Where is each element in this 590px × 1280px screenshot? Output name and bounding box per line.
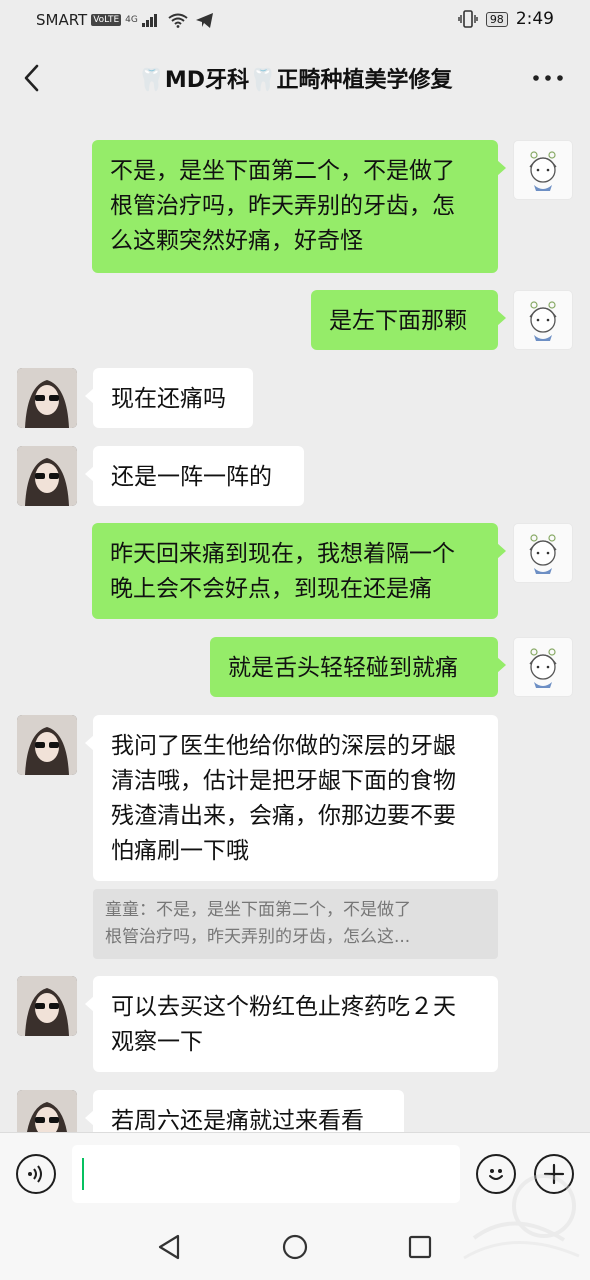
quoted-message[interactable]: 童童：不是，是坐下面第二个，不是做了 根管治疗吗，昨天弄别的牙齿，怎么这... bbox=[93, 889, 498, 959]
message-bubble-4[interactable]: 还是一阵一阵的 bbox=[85, 446, 304, 506]
message-bubble-2[interactable]: 是左下面那颗 bbox=[311, 290, 506, 350]
message-bubble-5[interactable]: 昨天回来痛到现在，我想着隔一个 晚上会不会好点，到现在还是痛 bbox=[92, 523, 506, 619]
message-line: 怕痛刷一下哦 bbox=[111, 838, 249, 864]
message-line: 可以去买这个粉红色止疼药吃２天 bbox=[111, 994, 456, 1020]
signal-icon bbox=[141, 13, 157, 27]
chat-area[interactable]: 不是，是坐下面第二个，不是做了 根管治疗吗，昨天弄别的牙齿，怎 么这颗突然好痛，… bbox=[0, 116, 590, 1132]
wifi-icon bbox=[168, 13, 188, 28]
contact-avatar[interactable] bbox=[17, 1090, 77, 1132]
message-input[interactable] bbox=[72, 1145, 460, 1203]
message-line: 观察一下 bbox=[111, 1029, 203, 1055]
cartoon-girl-icon bbox=[529, 648, 557, 688]
more-button[interactable] bbox=[530, 62, 566, 94]
square-recents-icon bbox=[408, 1235, 432, 1259]
message-line: 晚上会不会好点，到现在还是痛 bbox=[110, 576, 432, 602]
message-line: 么这颗突然好痛，好奇怪 bbox=[110, 228, 363, 254]
message-bubble-3[interactable]: 现在还痛吗 bbox=[85, 368, 253, 428]
chat-header: 🦷MD牙科🦷正畸种植美学修复 bbox=[0, 40, 590, 116]
message-bubble-8[interactable]: 可以去买这个粉红色止疼药吃２天 观察一下 bbox=[85, 976, 498, 1072]
message-line: 我问了医生他给你做的深层的牙龈 bbox=[111, 733, 456, 759]
quote-line: 童童：不是，是坐下面第二个，不是做了 bbox=[105, 900, 411, 920]
contact-photo-icon bbox=[17, 1090, 77, 1132]
watermark-logo bbox=[463, 1174, 580, 1260]
contact-photo-icon bbox=[17, 446, 77, 506]
circle-home-icon bbox=[282, 1234, 308, 1260]
nav-recents-button[interactable] bbox=[403, 1230, 437, 1264]
cartoon-girl-icon bbox=[529, 151, 557, 191]
my-avatar[interactable] bbox=[513, 523, 573, 583]
status-bar: SMART VoLTE 4G 98 2:49 bbox=[0, 0, 590, 40]
status-left: SMART VoLTE 4G bbox=[36, 11, 214, 29]
cartoon-girl-icon bbox=[529, 534, 557, 574]
vibrate-icon bbox=[458, 10, 478, 28]
my-avatar[interactable] bbox=[513, 290, 573, 350]
cartoon-girl-icon bbox=[529, 301, 557, 341]
message-bubble-1[interactable]: 不是，是坐下面第二个，不是做了 根管治疗吗，昨天弄别的牙齿，怎 么这颗突然好痛，… bbox=[92, 140, 506, 273]
message-line: 就是舌头轻轻碰到就痛 bbox=[228, 655, 458, 681]
chat-title: 🦷MD牙科🦷正畸种植美学修复 bbox=[137, 68, 453, 93]
network-type: 4G bbox=[125, 15, 138, 25]
message-line: 残渣清出来，会痛，你那边要不要 bbox=[111, 803, 456, 829]
carrier-label: SMART bbox=[36, 11, 88, 29]
contact-avatar[interactable] bbox=[17, 368, 77, 428]
message-line: 根管治疗吗，昨天弄别的牙齿，怎 bbox=[110, 193, 455, 219]
message-line: 清洁哦，估计是把牙龈下面的食物 bbox=[111, 768, 456, 794]
status-right: 98 2:49 bbox=[458, 9, 554, 29]
message-line: 现在还痛吗 bbox=[111, 386, 226, 412]
back-button[interactable] bbox=[14, 58, 48, 98]
contact-avatar[interactable] bbox=[17, 715, 77, 775]
message-bubble-6[interactable]: 就是舌头轻轻碰到就痛 bbox=[210, 637, 506, 697]
text-cursor bbox=[82, 1158, 84, 1190]
voice-button[interactable] bbox=[16, 1154, 56, 1194]
message-line: 若周六还是痛就过来看看 bbox=[111, 1108, 364, 1132]
contact-avatar[interactable] bbox=[17, 446, 77, 506]
contact-photo-icon bbox=[17, 976, 77, 1036]
message-line: 昨天回来痛到现在，我想着隔一个 bbox=[110, 541, 455, 567]
voice-icon bbox=[28, 1165, 42, 1183]
message-bubble-9[interactable]: 若周六还是痛就过来看看 bbox=[85, 1090, 404, 1132]
nav-home-button[interactable] bbox=[278, 1230, 312, 1264]
message-line: 还是一阵一阵的 bbox=[111, 464, 272, 490]
nav-back-button[interactable] bbox=[152, 1230, 186, 1264]
my-avatar[interactable] bbox=[513, 140, 573, 200]
message-line: 是左下面那颗 bbox=[329, 308, 467, 334]
chevron-left-icon bbox=[24, 64, 39, 92]
triangle-back-icon bbox=[158, 1234, 180, 1260]
battery-indicator: 98 bbox=[485, 11, 508, 27]
contact-avatar[interactable] bbox=[17, 976, 77, 1036]
ellipsis-icon bbox=[533, 75, 563, 81]
telegram-icon bbox=[195, 12, 213, 28]
message-line: 不是，是坐下面第二个，不是做了 bbox=[110, 158, 455, 184]
contact-photo-icon bbox=[17, 368, 77, 428]
quote-line: 根管治疗吗，昨天弄别的牙齿，怎么这... bbox=[105, 927, 411, 947]
my-avatar[interactable] bbox=[513, 637, 573, 697]
clock: 2:49 bbox=[515, 9, 554, 29]
volte-badge: VoLTE bbox=[91, 14, 122, 26]
contact-photo-icon bbox=[17, 715, 77, 775]
message-bubble-7[interactable]: 我问了医生他给你做的深层的牙龈 清洁哦，估计是把牙龈下面的食物 残渣清出来，会痛… bbox=[85, 715, 498, 881]
